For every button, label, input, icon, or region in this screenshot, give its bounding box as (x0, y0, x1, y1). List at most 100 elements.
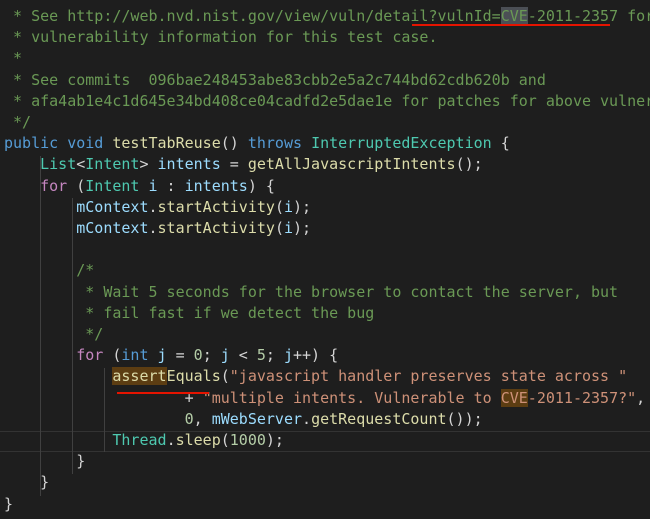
code-token: , (193, 409, 212, 428)
code-token: , (636, 388, 646, 407)
code-line[interactable]: assertEquals("javascript handler preserv… (4, 366, 627, 387)
code-line[interactable]: List<Intent> intents = getAllJavascriptI… (4, 154, 483, 175)
code-line[interactable]: * Wait 5 seconds for the browser to cont… (4, 282, 618, 303)
code-token: * afa4ab1e4c1d645e34bd408ce04cadfd2e5dae… (4, 91, 650, 110)
code-token: ); (293, 219, 312, 237)
code-token: ++) { (293, 346, 339, 365)
code-token: } (4, 452, 86, 471)
code-token: CVE (500, 7, 528, 25)
code-token: ); (293, 197, 312, 216)
code-token: < (229, 346, 257, 365)
code-token: ( (220, 431, 230, 449)
code-token: * See commits 096bae248453abe83cbb2e5a2c… (4, 70, 546, 89)
code-token: throws (247, 134, 303, 153)
code-line[interactable]: * See commits 096bae248453abe83cbb2e5a2c… (4, 70, 546, 91)
code-token: startActivity (157, 197, 275, 216)
code-token: 0 (193, 346, 203, 365)
code-line[interactable]: * fail fast if we detect the bug (4, 303, 374, 324)
code-line[interactable]: 0, mWebServer.getRequestCount()); (4, 409, 483, 430)
code-token: ( (274, 197, 284, 216)
code-token: -2011-2357 (527, 7, 619, 25)
code-line[interactable]: */ (4, 112, 31, 133)
code-token: } (4, 494, 14, 513)
code-token: = (166, 346, 194, 365)
code-token: getRequestCount (311, 409, 447, 428)
code-token: /* (4, 261, 95, 280)
code-line[interactable]: for (int j = 0; j < 5; j++) { (4, 345, 338, 366)
code-token: testTabReuse (112, 134, 221, 153)
code-token: { (491, 134, 510, 153)
code-line[interactable]: */ (4, 324, 103, 345)
code-token: void (67, 134, 104, 153)
code-line[interactable]: * afa4ab1e4c1d645e34bd408ce04cadfd2e5dae… (4, 91, 650, 112)
code-line[interactable]: } (4, 472, 49, 493)
annotation-underline-url (412, 24, 610, 26)
code-token: j (157, 346, 167, 365)
code-token: for (76, 346, 104, 365)
code-line[interactable]: * (4, 48, 22, 69)
code-line[interactable]: Thread.sleep(1000); (4, 430, 284, 451)
code-token: List (40, 155, 77, 174)
code-token: Intent (85, 155, 140, 174)
code-line[interactable]: public void testTabReuse() throws Interr… (4, 133, 510, 154)
code-token: * vulnerability information for this tes… (4, 28, 438, 47)
code-token: getAllJavascriptIntents (247, 155, 456, 174)
code-token: 5 (256, 346, 266, 365)
code-token: j (220, 346, 230, 365)
code-token: */ (4, 113, 32, 131)
code-token: ( (67, 176, 86, 195)
code-token: . (302, 409, 312, 428)
code-token: i (148, 176, 158, 195)
code-token: public (4, 134, 59, 153)
code-line[interactable]: + "multiple intents. Vulnerable to CVE-2… (4, 388, 645, 409)
code-token: * (4, 49, 23, 68)
code-editor[interactable]: * See http://web.nvd.nist.gov/view/vuln/… (0, 0, 650, 519)
code-token: */ (4, 325, 104, 343)
code-token: intents (157, 155, 221, 174)
code-line[interactable]: mContext.startActivity(i); (4, 197, 311, 218)
code-token: i (283, 197, 293, 216)
code-line[interactable]: } (4, 494, 13, 515)
code-token: ); (265, 431, 284, 449)
code-line[interactable]: /* (4, 260, 94, 281)
code-token: for (627, 7, 650, 25)
code-token: mContext (76, 197, 149, 216)
code-token: ( (103, 346, 122, 365)
code-token: ; (265, 346, 284, 365)
code-token: j (283, 346, 293, 365)
code-token: http://web.nvd.nist.gov/view/vuln/detail… (67, 7, 501, 25)
code-token: : (157, 176, 185, 195)
code-token: . (148, 197, 158, 216)
code-token: mContext (76, 219, 149, 237)
code-token: startActivity (157, 219, 275, 237)
code-token: < (76, 155, 86, 174)
code-token: assert (112, 367, 167, 386)
code-token: for (40, 176, 68, 195)
code-token: ( (220, 367, 230, 386)
code-token: mWebServer (211, 409, 303, 428)
code-token: Intent (85, 176, 140, 195)
annotation-underline-assert (117, 392, 209, 394)
code-token: intents (184, 176, 248, 195)
code-token: Equals (166, 367, 221, 386)
code-token: } (4, 473, 50, 492)
code-line[interactable]: * vulnerability information for this tes… (4, 27, 437, 48)
code-token: int (121, 346, 149, 365)
code-line[interactable]: } (4, 451, 85, 472)
code-token: Thread (112, 431, 167, 449)
code-token: sleep (175, 431, 221, 449)
code-line[interactable]: for (Intent i : intents) { (4, 176, 275, 197)
code-token: * See (4, 7, 68, 25)
code-token: "multiple intents. Vulnerable to (202, 388, 501, 407)
code-line[interactable]: mContext.startActivity(i); (4, 218, 311, 239)
